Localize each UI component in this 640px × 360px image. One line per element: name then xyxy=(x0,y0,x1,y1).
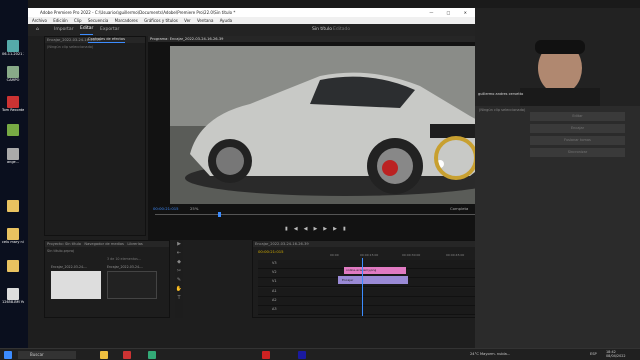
item-count: 3 de 10 elementos... xyxy=(107,257,142,261)
menu-ver[interactable]: Ver xyxy=(184,18,191,23)
window-title: Adobe Premiere Pro 2022 - C:\Usuarios\gu… xyxy=(40,10,236,15)
window-controls[interactable]: — □ ✕ xyxy=(429,8,473,17)
desktop-icon-1[interactable]: 06-11-2021 ZZADE xyxy=(2,40,24,64)
desktop-icon-column: 06-11-2021 ZZADE CAMPO Tom Recorder ange… xyxy=(0,0,28,348)
windows-start-icon[interactable] xyxy=(4,351,12,359)
program-timecode: 00:00:21:015 xyxy=(153,206,179,211)
desktop-icon-5[interactable]: ange... xyxy=(2,148,24,172)
timeline-clip-blue[interactable]: Encajar xyxy=(338,276,408,284)
workspace-header: ⌂ Importar Editar Exportar Sin título Ed… xyxy=(28,24,475,36)
playhead-icon[interactable] xyxy=(218,212,221,217)
menu-graficos[interactable]: Gráficos y títulos xyxy=(144,18,178,23)
language-indicator[interactable]: ESP xyxy=(590,352,597,356)
tab-media-browser[interactable]: Navegador de medios xyxy=(84,242,124,246)
right-panel: (Ningún clip seleccionado) Editar Encaja… xyxy=(475,106,640,348)
quality-select[interactable]: Completa xyxy=(450,206,468,212)
tab-project[interactable]: Proyecto: Sin título xyxy=(47,242,81,246)
edit-button[interactable]: Editar xyxy=(530,112,625,121)
menu-clip[interactable]: Clip xyxy=(74,18,82,23)
clock[interactable]: 18:42 08/04/2022 xyxy=(606,350,626,358)
app-icon[interactable] xyxy=(148,351,156,359)
sync-button[interactable]: Sincronizar xyxy=(530,148,625,157)
taskbar: Buscar 24°C Mayorm. nubla... ESP 18:42 08… xyxy=(0,348,640,360)
transport-controls[interactable]: ▮◀◀▶▶▶▮ xyxy=(285,226,352,232)
folder-icon[interactable] xyxy=(2,260,24,284)
effect-controls-panel: Encajar_2022-03-24-16-26-39 (Ningún clip… xyxy=(44,36,146,236)
menu-secuencia[interactable]: Secuencia xyxy=(88,18,109,23)
home-icon[interactable]: ⌂ xyxy=(36,24,39,36)
file-explorer-icon[interactable] xyxy=(100,351,108,359)
premiere-icon[interactable] xyxy=(298,351,306,359)
title-bar: Adobe Premiere Pro 2022 - C:\Usuarios\gu… xyxy=(28,8,475,17)
timeline-timecode: 00:00:21:015 xyxy=(258,249,284,254)
menu-ventana[interactable]: Ventana xyxy=(197,18,213,23)
desktop-icon-4[interactable] xyxy=(2,124,24,148)
program-video-frame xyxy=(170,46,514,204)
project-panel: Proyecto: Sin título Navegador de medios… xyxy=(44,240,170,318)
menu-archivo[interactable]: Archivo xyxy=(32,18,47,23)
desktop-icon-3[interactable]: Tom Recorder xyxy=(2,96,24,120)
weather-widget[interactable]: 24°C Mayorm. nubla... xyxy=(470,352,510,356)
merge-button[interactable]: Fusionar tomas xyxy=(530,136,625,145)
webcam-name: guillermo andres cervetto xyxy=(478,92,524,96)
tab-effect-controls[interactable]: Controles de efectos xyxy=(88,37,125,43)
tab-libraries[interactable]: Librerías xyxy=(127,242,142,246)
project-thumbnail[interactable] xyxy=(51,271,101,299)
project-thumbnail[interactable] xyxy=(107,271,157,299)
project-title: Sin título xyxy=(312,27,333,32)
item-label: Encajar_2022-03-24-... xyxy=(107,265,144,269)
menu-marcadores[interactable]: Marcadores xyxy=(115,18,138,23)
project-folder: Sin titulo.prproj xyxy=(47,249,74,253)
zoom-select[interactable]: 25% xyxy=(190,206,198,212)
item-label: Encajar_2022-03-24-... xyxy=(51,265,88,269)
fit-button[interactable]: Encajar xyxy=(530,124,625,133)
tab-import[interactable]: Importar xyxy=(54,24,74,36)
youtube-icon[interactable] xyxy=(262,351,270,359)
menu-ayuda[interactable]: Ayuda xyxy=(220,18,232,23)
program-tab[interactable]: Programa: Encajar_2022-03-24-16-26-39 xyxy=(150,37,223,41)
timeline-clip-pink[interactable]: online-academy.png xyxy=(344,267,406,274)
project-status: Editado xyxy=(333,27,351,32)
no-clip-text: (Ningún clip seleccionado) xyxy=(47,45,94,49)
tab-edit[interactable]: Editar xyxy=(80,24,94,35)
menu-edicion[interactable]: Edición xyxy=(53,18,67,23)
desktop-icon-2[interactable]: CAMPO xyxy=(2,66,24,90)
car-image xyxy=(170,46,514,204)
folder-icon[interactable] xyxy=(2,200,24,224)
folder-icon[interactable]: celu mary nico 2022 xyxy=(2,228,24,252)
search-box[interactable]: Buscar xyxy=(18,351,76,359)
timeline-playhead[interactable] xyxy=(362,258,363,316)
file-icon[interactable]: 12658-BM Yoratener... xyxy=(2,288,24,312)
tab-export[interactable]: Exportar xyxy=(100,24,119,36)
menu-bar: Archivo Edición Clip Secuencia Marcadore… xyxy=(28,17,475,24)
app-icon[interactable] xyxy=(123,351,131,359)
tools-panel: ▶ ⇤ ◆ ✂ ✎ ✋ T xyxy=(175,240,183,318)
program-scrubber[interactable] xyxy=(155,214,517,215)
